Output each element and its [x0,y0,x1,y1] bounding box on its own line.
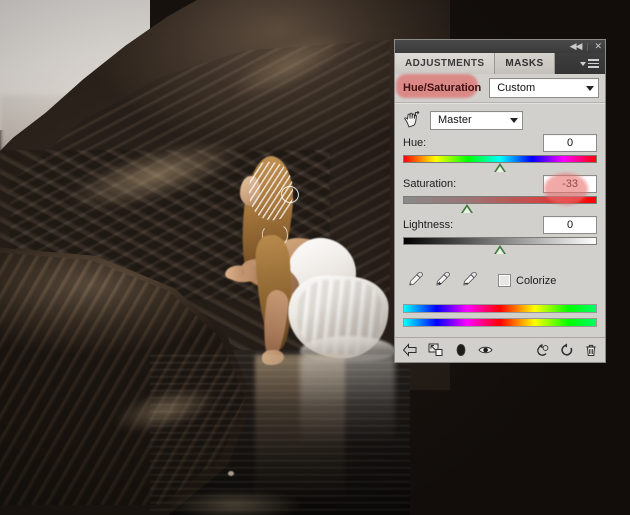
tab-adjustments[interactable]: ADJUSTMENTS [395,53,496,74]
preset-row: Hue/Saturation Custom [395,74,605,102]
sample-tools-row: Colorize [395,257,605,296]
spectrum-bar-top[interactable] [403,304,597,313]
preset-dropdown[interactable]: Custom [489,78,599,98]
slider-hue-thumb[interactable] [494,163,506,172]
colorize-checkbox[interactable] [498,274,511,287]
reset-previous-state-icon[interactable] [534,343,550,357]
eyedropper-subtract-icon[interactable] [461,271,477,290]
preview-eye-icon[interactable] [478,344,494,356]
adjustment-title: Hue/Saturation [403,82,482,94]
colorize-label: Colorize [516,274,557,287]
photo-water-reflection-dress [300,355,395,445]
channel-dropdown[interactable]: Master [430,110,523,130]
delete-adjustment-layer-icon[interactable] [584,343,598,357]
chevron-down-icon [510,117,518,123]
panel-menu-button[interactable] [580,53,605,74]
slider-lightness-label: Lightness: [403,219,454,231]
slider-hue-value-input[interactable]: 0 [543,134,597,152]
spectrum-bar-bottom[interactable] [403,318,597,327]
adjustments-panel: ◀◀ ✕ ADJUSTMENTS MASKS Hue/Saturation Cu… [395,40,605,362]
slider-lightness-track[interactable] [403,237,597,245]
panel-tab-bar: ADJUSTMENTS MASKS [395,53,605,74]
photo-water-speck [228,471,234,476]
slider-saturation-value-input[interactable]: -33 [543,175,597,193]
slider-hue-head: Hue: 0 [403,134,597,152]
slider-hue: Hue: 0 [395,134,605,173]
chevron-down-icon [586,85,594,91]
slider-lightness-value-input[interactable]: 0 [543,216,597,234]
channel-dropdown-value: Master [438,114,472,126]
slider-hue-track[interactable] [403,155,597,163]
hamburger-icon [588,59,599,68]
slider-saturation-label: Saturation: [403,178,457,190]
slider-saturation-thumb[interactable] [461,204,474,213]
screenshot-root: ◀◀ ✕ ADJUSTMENTS MASKS Hue/Saturation Cu… [0,0,630,515]
slider-saturation-track[interactable] [403,196,597,204]
slider-hue-label: Hue: [403,137,427,149]
tab-masks[interactable]: MASKS [495,53,555,74]
slider-saturation-track-wrap[interactable] [403,196,597,214]
reset-adjustment-icon[interactable] [560,343,574,357]
tab-bar-filler [555,53,580,74]
titlebar-separator [587,42,589,51]
clip-to-layer-icon[interactable] [428,343,444,357]
slider-lightness-head: Lightness: 0 [403,216,597,234]
panel-titlebar: ◀◀ ✕ [395,40,605,53]
hand-pointer-icon[interactable] [402,110,422,130]
panel-footer [395,337,605,362]
preset-dropdown-value: Custom [497,82,536,94]
color-range-spectrum [395,296,605,337]
toggle-layer-visibility-icon[interactable] [454,343,468,357]
close-icon[interactable]: ✕ [594,42,601,51]
collapse-to-icons-button[interactable]: ◀◀ [570,42,583,51]
return-to-adjustment-list-icon[interactable] [402,343,418,357]
slider-saturation-head: Saturation: -33 [403,175,597,193]
slider-lightness: Lightness: 0 [395,216,605,255]
colorize-checkbox-row[interactable]: Colorize [498,274,556,287]
eyedropper-sample-icon[interactable] [407,271,423,290]
photo-rock-ledge-lower [150,480,320,515]
chevron-down-icon [580,61,586,66]
channel-row: Master [395,104,605,134]
slider-saturation: Saturation: -33 [395,175,605,214]
eyedropper-add-icon[interactable] [434,271,450,290]
slider-hue-track-wrap[interactable] [403,155,597,173]
slider-lightness-track-wrap[interactable] [403,237,597,255]
slider-lightness-thumb[interactable] [494,245,506,254]
